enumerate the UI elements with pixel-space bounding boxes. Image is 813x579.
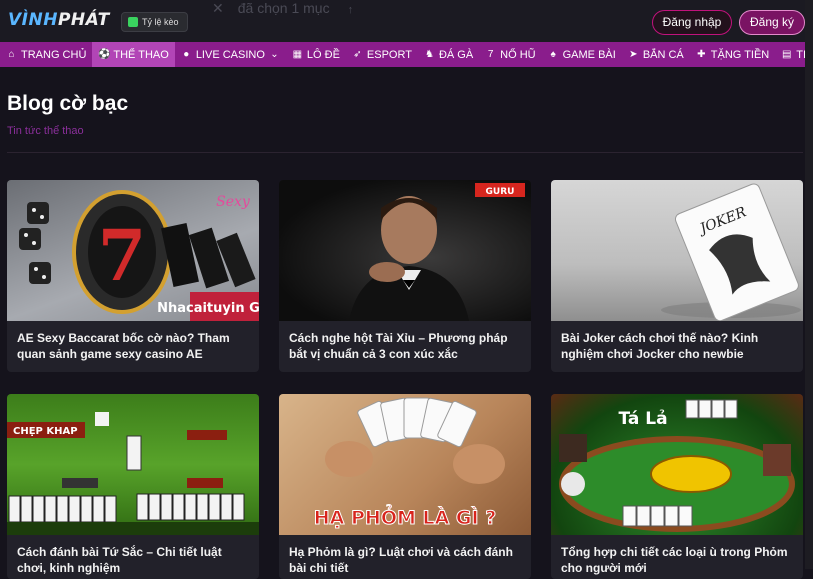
- portrait-illustration: GURU: [349, 183, 525, 321]
- post-title[interactable]: Hạ Phỏm là gì? Luật chơi và cách đánh bà…: [279, 535, 531, 576]
- soccer-ball-icon: ⚽: [98, 49, 111, 60]
- odds-button[interactable]: Tỷ lệ kèo: [121, 12, 188, 32]
- divider: [7, 152, 803, 153]
- ta-la-game-illustration: Tá Lả: [559, 399, 795, 532]
- rocket-icon: ➶: [353, 49, 362, 60]
- page-title: Blog cờ bạc: [7, 92, 129, 115]
- nav-item-cockfight[interactable]: ♞ ĐÁ GÀ: [418, 42, 479, 67]
- ha-phom-illustration: HẠ PHỎM LÀ GÌ ?: [313, 397, 505, 530]
- ta-la-title: Tá Lả: [618, 409, 667, 429]
- post-thumbnail[interactable]: HẠ PHỎM LÀ GÌ ?: [279, 394, 531, 535]
- post-title[interactable]: Bài Joker cách chơi thế nào? Kinh nghiệm…: [551, 321, 803, 362]
- post-thumbnail[interactable]: 7 Nhacaituyin GURU Sexy: [7, 180, 259, 321]
- register-button[interactable]: Đăng ký: [739, 10, 805, 35]
- post-title[interactable]: AE Sexy Baccarat bốc cờ nào? Tham quan s…: [7, 321, 259, 362]
- close-icon[interactable]: ✕: [212, 0, 224, 16]
- chep-khap-badge: CHẸP KHAP: [13, 426, 78, 437]
- rooster-icon: ♞: [424, 49, 434, 60]
- home-icon: ⌂: [8, 49, 15, 60]
- post-card[interactable]: 7 Nhacaituyin GURU Sexy AE Sexy Baccarat…: [7, 180, 259, 372]
- nav-item-live-casino[interactable]: ● LIVE CASINO ⌄: [175, 42, 286, 67]
- svg-text:Sexy: Sexy: [216, 194, 251, 210]
- post-title[interactable]: Cách nghe hột Tài Xỉu – Phương pháp bắt …: [279, 321, 531, 362]
- selection-overlay: ✕ đã chọn 1 mục ↑: [212, 0, 354, 16]
- nav-item-bonus[interactable]: ✚ TẶNG TIỀN: [690, 42, 775, 67]
- gift-icon: ✚: [697, 49, 706, 60]
- nav-item-slots[interactable]: 7 NỔ HŨ: [479, 42, 541, 67]
- post-thumbnail[interactable]: JOKER: [551, 180, 803, 321]
- nav-item-news[interactable]: ▤TIN TỨC: [775, 42, 805, 67]
- post-card[interactable]: GURU Cách nghe hột Tài Xỉu – Phương pháp…: [279, 180, 531, 372]
- post-title[interactable]: Tổng hợp chi tiết các loại ù trong Phỏm …: [551, 535, 803, 576]
- post-card[interactable]: HẠ PHỎM LÀ GÌ ? Hạ Phỏm là gì? Luật chơi…: [279, 394, 531, 579]
- slot-reel-illustration: 7 Nhacaituyin GURU Sexy: [19, 190, 259, 321]
- svg-text:7: 7: [98, 214, 147, 297]
- post-thumbnail[interactable]: GURU: [279, 180, 531, 321]
- nav-item-card-games[interactable]: ♠ GAME BÀI: [542, 42, 622, 67]
- news-icon: ▤: [782, 49, 792, 60]
- odds-icon: [128, 17, 138, 27]
- post-card[interactable]: Tá Lả Tổng hợp chi tiết các loại ù trong…: [551, 394, 803, 579]
- breadcrumb[interactable]: Tin tức thể thao: [7, 125, 84, 137]
- joker-card-illustration: JOKER: [661, 183, 801, 321]
- post-thumbnail[interactable]: Tá Lả: [551, 394, 803, 535]
- nav-item-home[interactable]: ⌂ TRANG CHỦ: [0, 42, 92, 67]
- ha-phom-banner: HẠ PHỎM LÀ GÌ ?: [314, 504, 496, 529]
- nav-item-esport[interactable]: ➶ ESPORT: [346, 42, 418, 67]
- nav-item-fish-shooting[interactable]: ➤ BẮN CÁ: [622, 42, 690, 67]
- post-card[interactable]: JOKER Bài Joker cách chơi thế nào? Kinh …: [551, 180, 803, 372]
- login-button[interactable]: Đăng nhập: [652, 10, 732, 35]
- nav-item-lottery[interactable]: ▦ LÔ ĐỀ: [286, 42, 346, 67]
- main-nav: ⌂ TRANG CHỦ ⚽ THỂ THAO ● LIVE CASINO ⌄ ▦ LÔ Đ…: [0, 42, 805, 67]
- post-title[interactable]: Cách đánh bài Tứ Sắc – Chi tiết luật chơ…: [7, 535, 259, 576]
- cards-icon: ♠: [550, 49, 556, 60]
- scrollbar[interactable]: [805, 0, 813, 569]
- top-bar: VÌNHPHÁT Tỷ lệ kèo ✕ đã chọn 1 mục ↑ Đăng …: [0, 0, 813, 42]
- guru-badge: GURU: [486, 187, 515, 197]
- lottery-icon: ▦: [292, 49, 303, 60]
- guru-badge: Nhacaituyin GURU: [157, 301, 259, 316]
- chevron-down-icon: ⌄: [270, 49, 279, 60]
- nav-item-sports[interactable]: ⚽ THỂ THAO: [92, 42, 175, 67]
- site-logo[interactable]: VÌNHPHÁT: [8, 10, 110, 30]
- post-card[interactable]: CHẸP KHAP Cách đánh bài Tứ Sắc – Chi tiế…: [7, 394, 259, 579]
- seven-icon: 7: [487, 49, 494, 60]
- tu-sac-game-illustration: CHẸP KHAP: [7, 412, 259, 535]
- arrow-icon: ↑: [347, 4, 354, 16]
- chip-icon: ●: [183, 49, 190, 60]
- fish-icon: ➤: [629, 49, 638, 60]
- post-thumbnail[interactable]: CHẸP KHAP: [7, 394, 259, 535]
